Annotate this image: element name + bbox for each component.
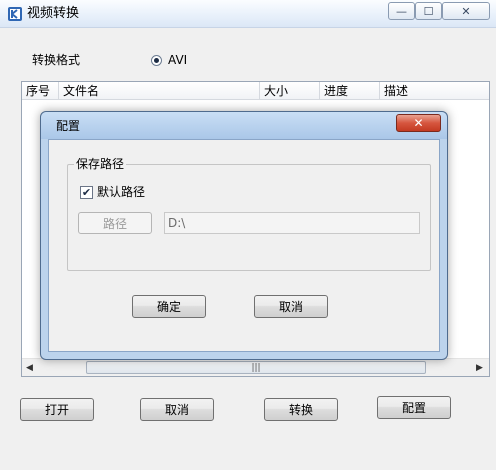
dialog-title: 配置 xyxy=(56,119,81,133)
list-header: 序号 文件名 大小 进度 描述 xyxy=(22,82,489,100)
config-dialog: 配置 ✕ 保存路径 ✔ 默认路径 路径 D:\ 确定 取消 xyxy=(40,111,448,360)
save-path-group-title: 保存路径 xyxy=(74,156,127,172)
convert-button-label: 转换 xyxy=(288,403,313,417)
maximize-button[interactable]: ☐ xyxy=(415,2,442,20)
cancel-button-label: 取消 xyxy=(164,403,189,417)
dialog-body: 保存路径 ✔ 默认路径 路径 D:\ 确定 取消 xyxy=(48,139,440,352)
default-path-checkbox[interactable]: ✔ xyxy=(80,186,93,199)
column-header-description[interactable]: 描述 xyxy=(380,82,489,100)
window-title: 视频转换 xyxy=(27,6,80,21)
dialog-title-bar: 配置 ✕ xyxy=(41,112,447,139)
convert-button[interactable]: 转换 xyxy=(264,398,338,421)
scrollbar-thumb[interactable]: ||| xyxy=(86,361,426,374)
horizontal-scrollbar[interactable]: ◀ ||| ▶ xyxy=(22,358,489,376)
maximize-icon: ☐ xyxy=(423,4,434,18)
format-label: 转换格式 xyxy=(32,53,81,67)
column-header-progress[interactable]: 进度 xyxy=(320,82,380,100)
close-button[interactable]: ✕ xyxy=(442,2,490,20)
path-button-label: 路径 xyxy=(102,216,127,231)
dialog-close-button[interactable]: ✕ xyxy=(396,114,441,132)
dialog-cancel-button-label: 取消 xyxy=(278,300,303,314)
avi-radio-label[interactable]: AVI xyxy=(168,52,187,68)
open-button-label: 打开 xyxy=(44,403,69,417)
open-button[interactable]: 打开 xyxy=(20,398,94,421)
cancel-button[interactable]: 取消 xyxy=(140,398,214,421)
path-field[interactable]: D:\ xyxy=(164,212,420,234)
column-header-index[interactable]: 序号 xyxy=(22,82,59,100)
config-button[interactable]: 配置 xyxy=(377,396,451,419)
scroll-left-icon[interactable]: ◀ xyxy=(26,362,33,374)
app-icon xyxy=(8,7,22,21)
column-header-filename[interactable]: 文件名 xyxy=(59,82,260,100)
checkmark-icon: ✔ xyxy=(81,186,92,199)
close-icon: ✕ xyxy=(413,116,424,130)
config-button-label: 配置 xyxy=(401,401,426,415)
close-icon: ✕ xyxy=(461,4,471,18)
ok-button[interactable]: 确定 xyxy=(132,295,206,318)
path-button[interactable]: 路径 xyxy=(78,212,152,234)
title-bar: 视频转换 — ☐ ✕ xyxy=(0,0,496,28)
ok-button-label: 确定 xyxy=(156,300,181,314)
column-header-size[interactable]: 大小 xyxy=(260,82,320,100)
dialog-cancel-button[interactable]: 取消 xyxy=(254,295,328,318)
default-path-label[interactable]: 默认路径 xyxy=(97,184,145,200)
minimize-icon: — xyxy=(396,4,407,18)
avi-radio[interactable] xyxy=(151,55,162,66)
minimize-button[interactable]: — xyxy=(388,2,415,20)
scroll-right-icon[interactable]: ▶ xyxy=(476,362,483,374)
